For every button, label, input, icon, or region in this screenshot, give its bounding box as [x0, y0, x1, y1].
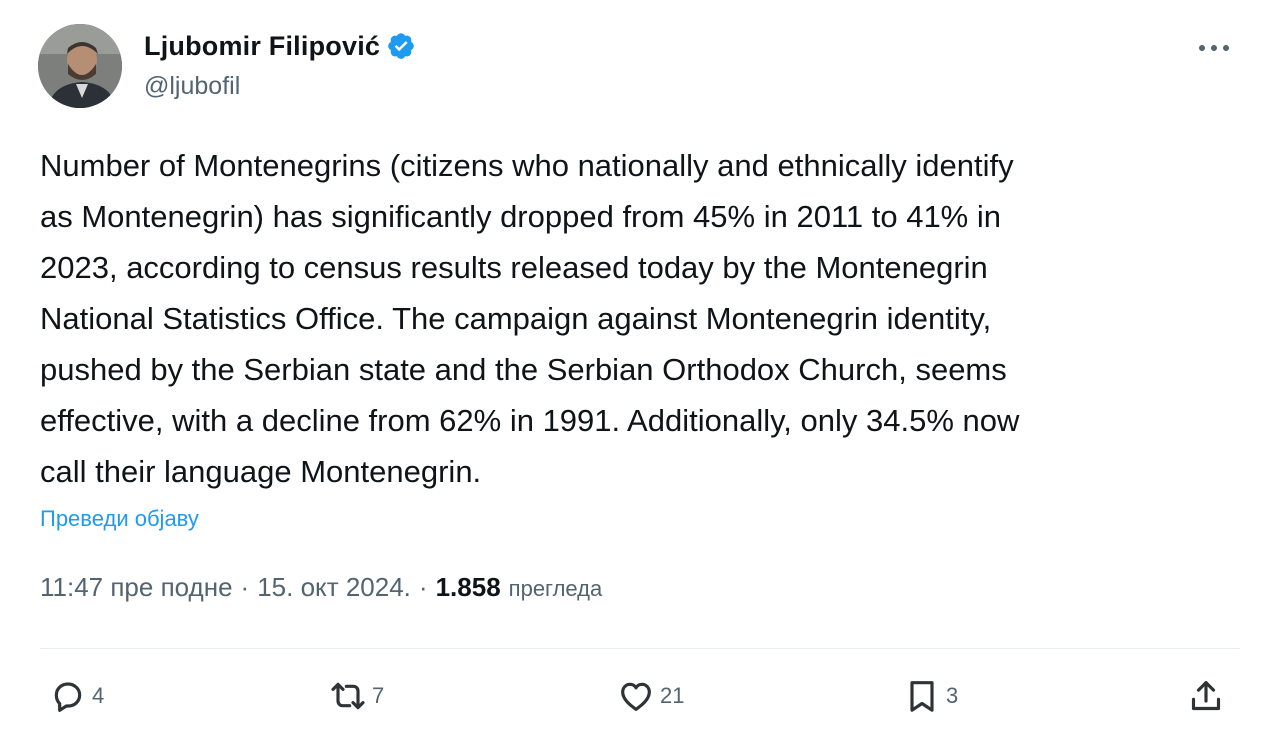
- tweet-card: Ljubomir Filipović @ljubofil Number of M…: [0, 0, 1280, 732]
- repost-button[interactable]: 7: [328, 676, 384, 716]
- like-button[interactable]: 21: [616, 676, 684, 716]
- bookmark-count: 3: [946, 683, 959, 708]
- tweet-text: Number of Montenegrins (citizens who nat…: [40, 148, 1020, 489]
- views-count: 1.858: [435, 572, 501, 602]
- repost-count: 7: [372, 683, 385, 708]
- more-options-button[interactable]: [1194, 36, 1234, 60]
- divider: [40, 648, 1240, 649]
- reply-icon: [54, 682, 82, 712]
- heart-icon: [621, 682, 651, 711]
- avatar[interactable]: [38, 24, 122, 108]
- tweet-meta: 11:47 пре подне · 15. окт 2024. · 1.858 …: [40, 572, 602, 603]
- repost-icon: [331, 682, 365, 710]
- meta-separator: ·: [418, 572, 428, 602]
- display-name[interactable]: Ljubomir Filipović: [144, 31, 380, 62]
- tweet-date[interactable]: 15. окт 2024.: [257, 572, 411, 603]
- handle[interactable]: @ljubofil: [144, 72, 416, 101]
- bookmark-icon: [910, 681, 934, 712]
- share-icon: [1191, 681, 1221, 711]
- verified-badge-icon: [386, 31, 416, 61]
- meta-separator: ·: [240, 572, 250, 602]
- bookmark-button[interactable]: 3: [902, 676, 958, 716]
- name-row: Ljubomir Filipović: [144, 28, 416, 64]
- like-count: 21: [660, 683, 685, 708]
- tweet-time[interactable]: 11:47 пре подне: [40, 572, 233, 603]
- reply-count: 4: [92, 683, 105, 708]
- more-dots-icon: [1199, 45, 1229, 51]
- author-info: Ljubomir Filipović @ljubofil: [144, 28, 416, 101]
- views-label: прегледа: [508, 576, 603, 601]
- share-button[interactable]: [1186, 676, 1226, 716]
- translate-link[interactable]: Преведи објаву: [40, 506, 199, 532]
- reply-button[interactable]: 4: [48, 676, 104, 716]
- avatar-photo: [38, 24, 122, 108]
